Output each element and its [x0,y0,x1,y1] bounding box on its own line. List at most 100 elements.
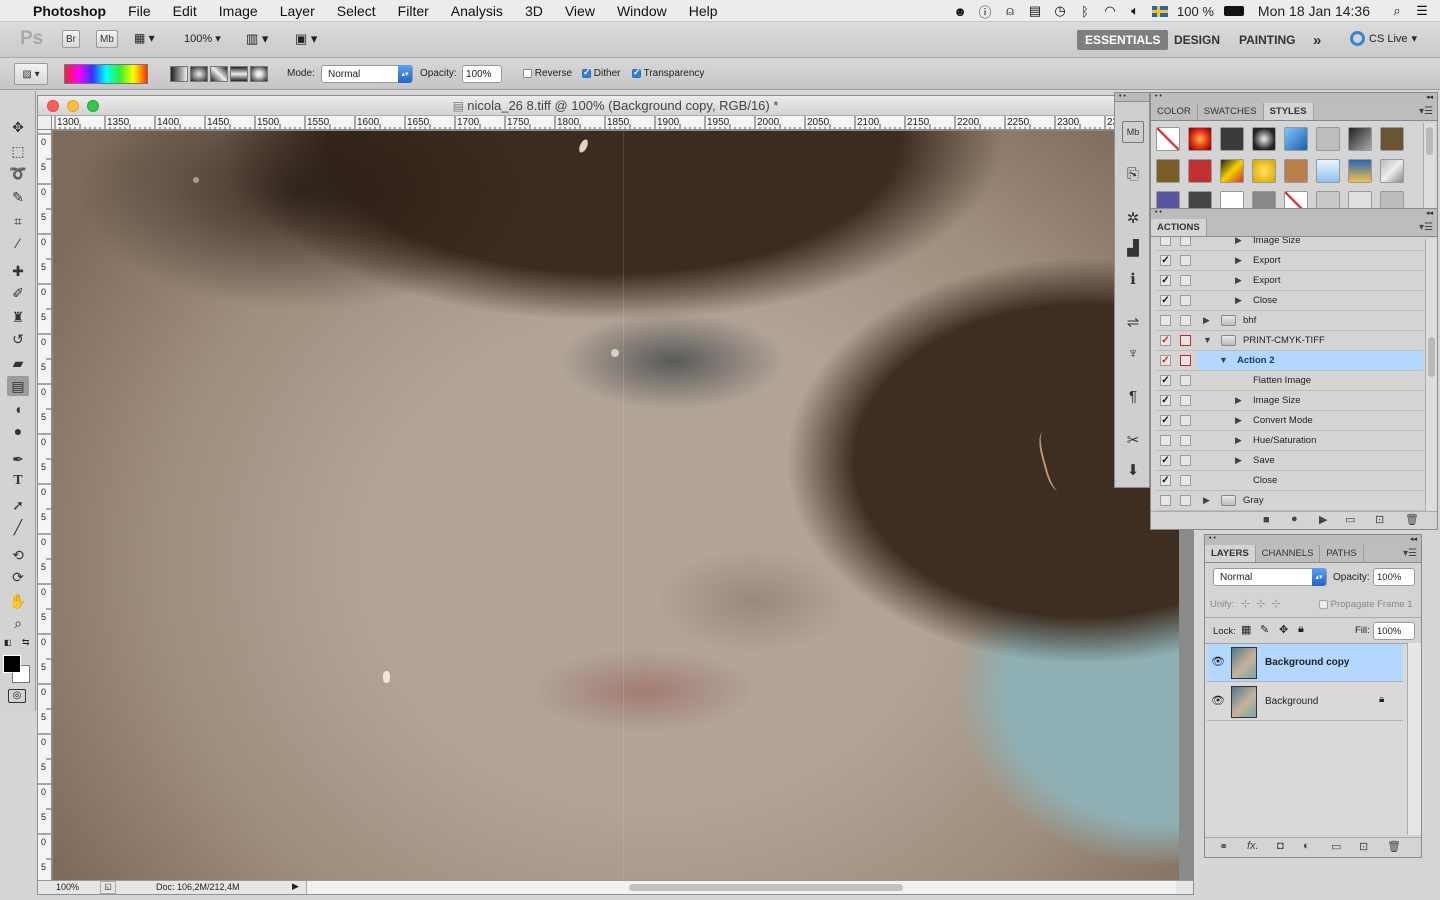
status-zoom[interactable]: 100% [56,882,79,892]
styles-scrollbar[interactable] [1423,123,1435,209]
zoom-tool-icon[interactable]: ⌕ [7,613,29,633]
info-panel-icon[interactable]: ℹ [1122,268,1144,290]
action-row-content[interactable]: ▶ Export [1197,251,1423,270]
collapsed-triangle-icon[interactable]: ▶ [1203,315,1210,326]
action-row[interactable]: ✓ Flatten Image [1155,371,1423,391]
action-row-content[interactable]: ▶ Export [1197,271,1423,290]
style-swatch[interactable] [1284,127,1308,151]
transparency-option[interactable]: Transparency [632,67,704,79]
gradient-picker[interactable] [64,64,148,84]
actions-panel-grip[interactable]: • • ◂◂ [1151,209,1437,219]
menu-layer[interactable]: Layer [269,3,326,19]
style-swatch[interactable] [1156,127,1180,151]
line-tool-icon[interactable]: ╱ [7,517,29,537]
action-dialog-toggle[interactable] [1180,275,1191,286]
reverse-checkbox[interactable] [523,68,532,78]
dither-checkbox[interactable] [582,67,591,78]
action-row-content[interactable]: ▶ Image Size [1197,391,1423,410]
alien-status-icon[interactable]: ☻ [952,3,968,19]
link-layers-icon[interactable]: ⚭ [1219,840,1228,853]
styles-panel-grip[interactable]: • • ◂◂ [1151,93,1437,103]
workspace-painting[interactable]: PAINTING [1231,30,1303,50]
view-extras-button[interactable]: ▦ ▾ [134,31,166,47]
3d-orbit-tool-icon[interactable]: ⟳ [7,567,29,587]
horizontal-scrollbar-thumb[interactable] [629,884,903,891]
layer-row[interactable]: 👁︎ Background 🔒︎ [1207,683,1403,721]
volume-icon[interactable]: 🔈︎ [1127,3,1143,19]
action-toggle-checkbox[interactable] [1160,495,1171,506]
swap-colors-icon[interactable]: ⇆ [22,637,30,648]
radial-gradient-icon[interactable] [190,66,208,82]
blur-tool-icon[interactable]: ◖ [7,399,29,419]
tab-actions[interactable]: ACTIONS [1151,219,1207,236]
vpn-status-icon[interactable]: ⍝ [1002,3,1018,19]
styles-scrollbar-thumb[interactable] [1426,127,1433,155]
status-divider-icon[interactable]: ◱ [100,881,116,894]
spotlight-search-icon[interactable]: ⌕ [1389,3,1405,19]
lock-all-icon[interactable]: 🔒︎ [1298,623,1304,636]
action-dialog-toggle[interactable] [1180,395,1191,406]
action-toggle-checkbox[interactable]: ✓ [1160,475,1171,486]
action-row-content[interactable]: Flatten Image [1197,371,1423,390]
action-dialog-toggle[interactable] [1180,475,1191,486]
3d-rotate-tool-icon[interactable]: ⟲ [7,545,29,565]
expanded-triangle-icon[interactable]: ▼ [1219,355,1228,365]
fill-field[interactable]: 100% [1373,622,1415,640]
layer-thumbnail[interactable] [1231,686,1257,718]
action-row-content[interactable]: ▼ Action 2 [1197,351,1423,370]
info-status-icon[interactable]: ⓘ [977,3,993,20]
action-dialog-toggle[interactable] [1180,435,1191,446]
style-swatch[interactable] [1348,159,1372,183]
flag-sweden-icon[interactable] [1152,3,1169,19]
action-row-content[interactable]: ▶ Hue/Saturation [1197,431,1423,450]
clock[interactable]: Mon 18 Jan 14:36 [1258,3,1370,19]
action-row[interactable]: ✓ ▼ Action 2 [1155,351,1423,371]
tab-color[interactable]: COLOR [1151,103,1198,120]
menu-image[interactable]: Image [208,3,269,19]
workspace-design[interactable]: DESIGN [1166,30,1228,50]
action-row[interactable]: ▶ bhf [1155,311,1423,331]
collapsed-triangle-icon[interactable]: ▶ [1235,255,1242,266]
style-swatch[interactable] [1348,127,1372,151]
action-row[interactable]: ▶ Hue/Saturation [1155,431,1423,451]
style-swatch[interactable] [1252,127,1276,151]
menu-help[interactable]: Help [678,3,729,19]
mini-bridge-button[interactable]: Mb [96,30,118,48]
menu-analysis[interactable]: Analysis [440,3,514,19]
pen-tool-icon[interactable]: ✒ [7,449,29,469]
layer-style-icon[interactable]: fx. [1247,840,1259,852]
foreground-color-swatch[interactable] [3,655,21,673]
style-swatch[interactable] [1220,127,1244,151]
tool-presets-panel-icon[interactable]: ✂ [1122,429,1144,451]
layer-row[interactable]: 👁︎ Background copy [1207,644,1403,682]
history-panel-icon[interactable]: ⎘ [1122,163,1144,185]
quick-mask-icon[interactable]: ◎ [8,689,26,703]
action-toggle-checkbox[interactable] [1160,237,1171,246]
memory-status-icon[interactable]: ▤ [1027,3,1043,19]
propagate-checkbox[interactable] [1319,599,1328,609]
wifi-icon[interactable]: ◠ [1102,3,1118,19]
clone-stamp-tool-icon[interactable]: ♜ [7,307,29,327]
screen-mode-icon[interactable]: ▣ ▾ [295,31,317,47]
action-toggle-checkbox[interactable]: ✓ [1160,275,1171,286]
menu-window[interactable]: Window [606,3,678,19]
mini-bridge-panel-icon[interactable]: Mb [1122,121,1144,143]
action-row[interactable]: ✓ ▼ PRINT-CMYK-TIFF [1155,331,1423,351]
collapsed-triangle-icon[interactable]: ▶ [1235,237,1242,246]
transparency-checkbox[interactable] [632,67,641,78]
paragraph-panel-icon[interactable]: ¶ [1122,385,1144,407]
actions-scrollbar-thumb[interactable] [1428,337,1435,377]
action-row-content[interactable]: ▶ Convert Mode [1197,411,1423,430]
collapsed-triangle-icon[interactable]: ▶ [1235,275,1242,286]
action-dialog-toggle[interactable] [1180,295,1191,306]
collapsed-triangle-icon[interactable]: ▶ [1235,295,1242,306]
new-action-set-icon[interactable]: ▭ [1345,513,1355,526]
action-row[interactable]: ✓ Close [1155,471,1423,491]
image-canvas[interactable] [53,131,1179,880]
navigator-panel-icon[interactable]: ✲ [1122,207,1144,229]
action-dialog-toggle[interactable] [1180,495,1191,506]
action-toggle-checkbox[interactable] [1160,435,1171,446]
actions-panel-menu-icon[interactable]: ▾☰ [1419,222,1433,233]
action-row[interactable]: ✓ ▶ Convert Mode [1155,411,1423,431]
horizontal-scrollbar[interactable] [306,881,1176,894]
